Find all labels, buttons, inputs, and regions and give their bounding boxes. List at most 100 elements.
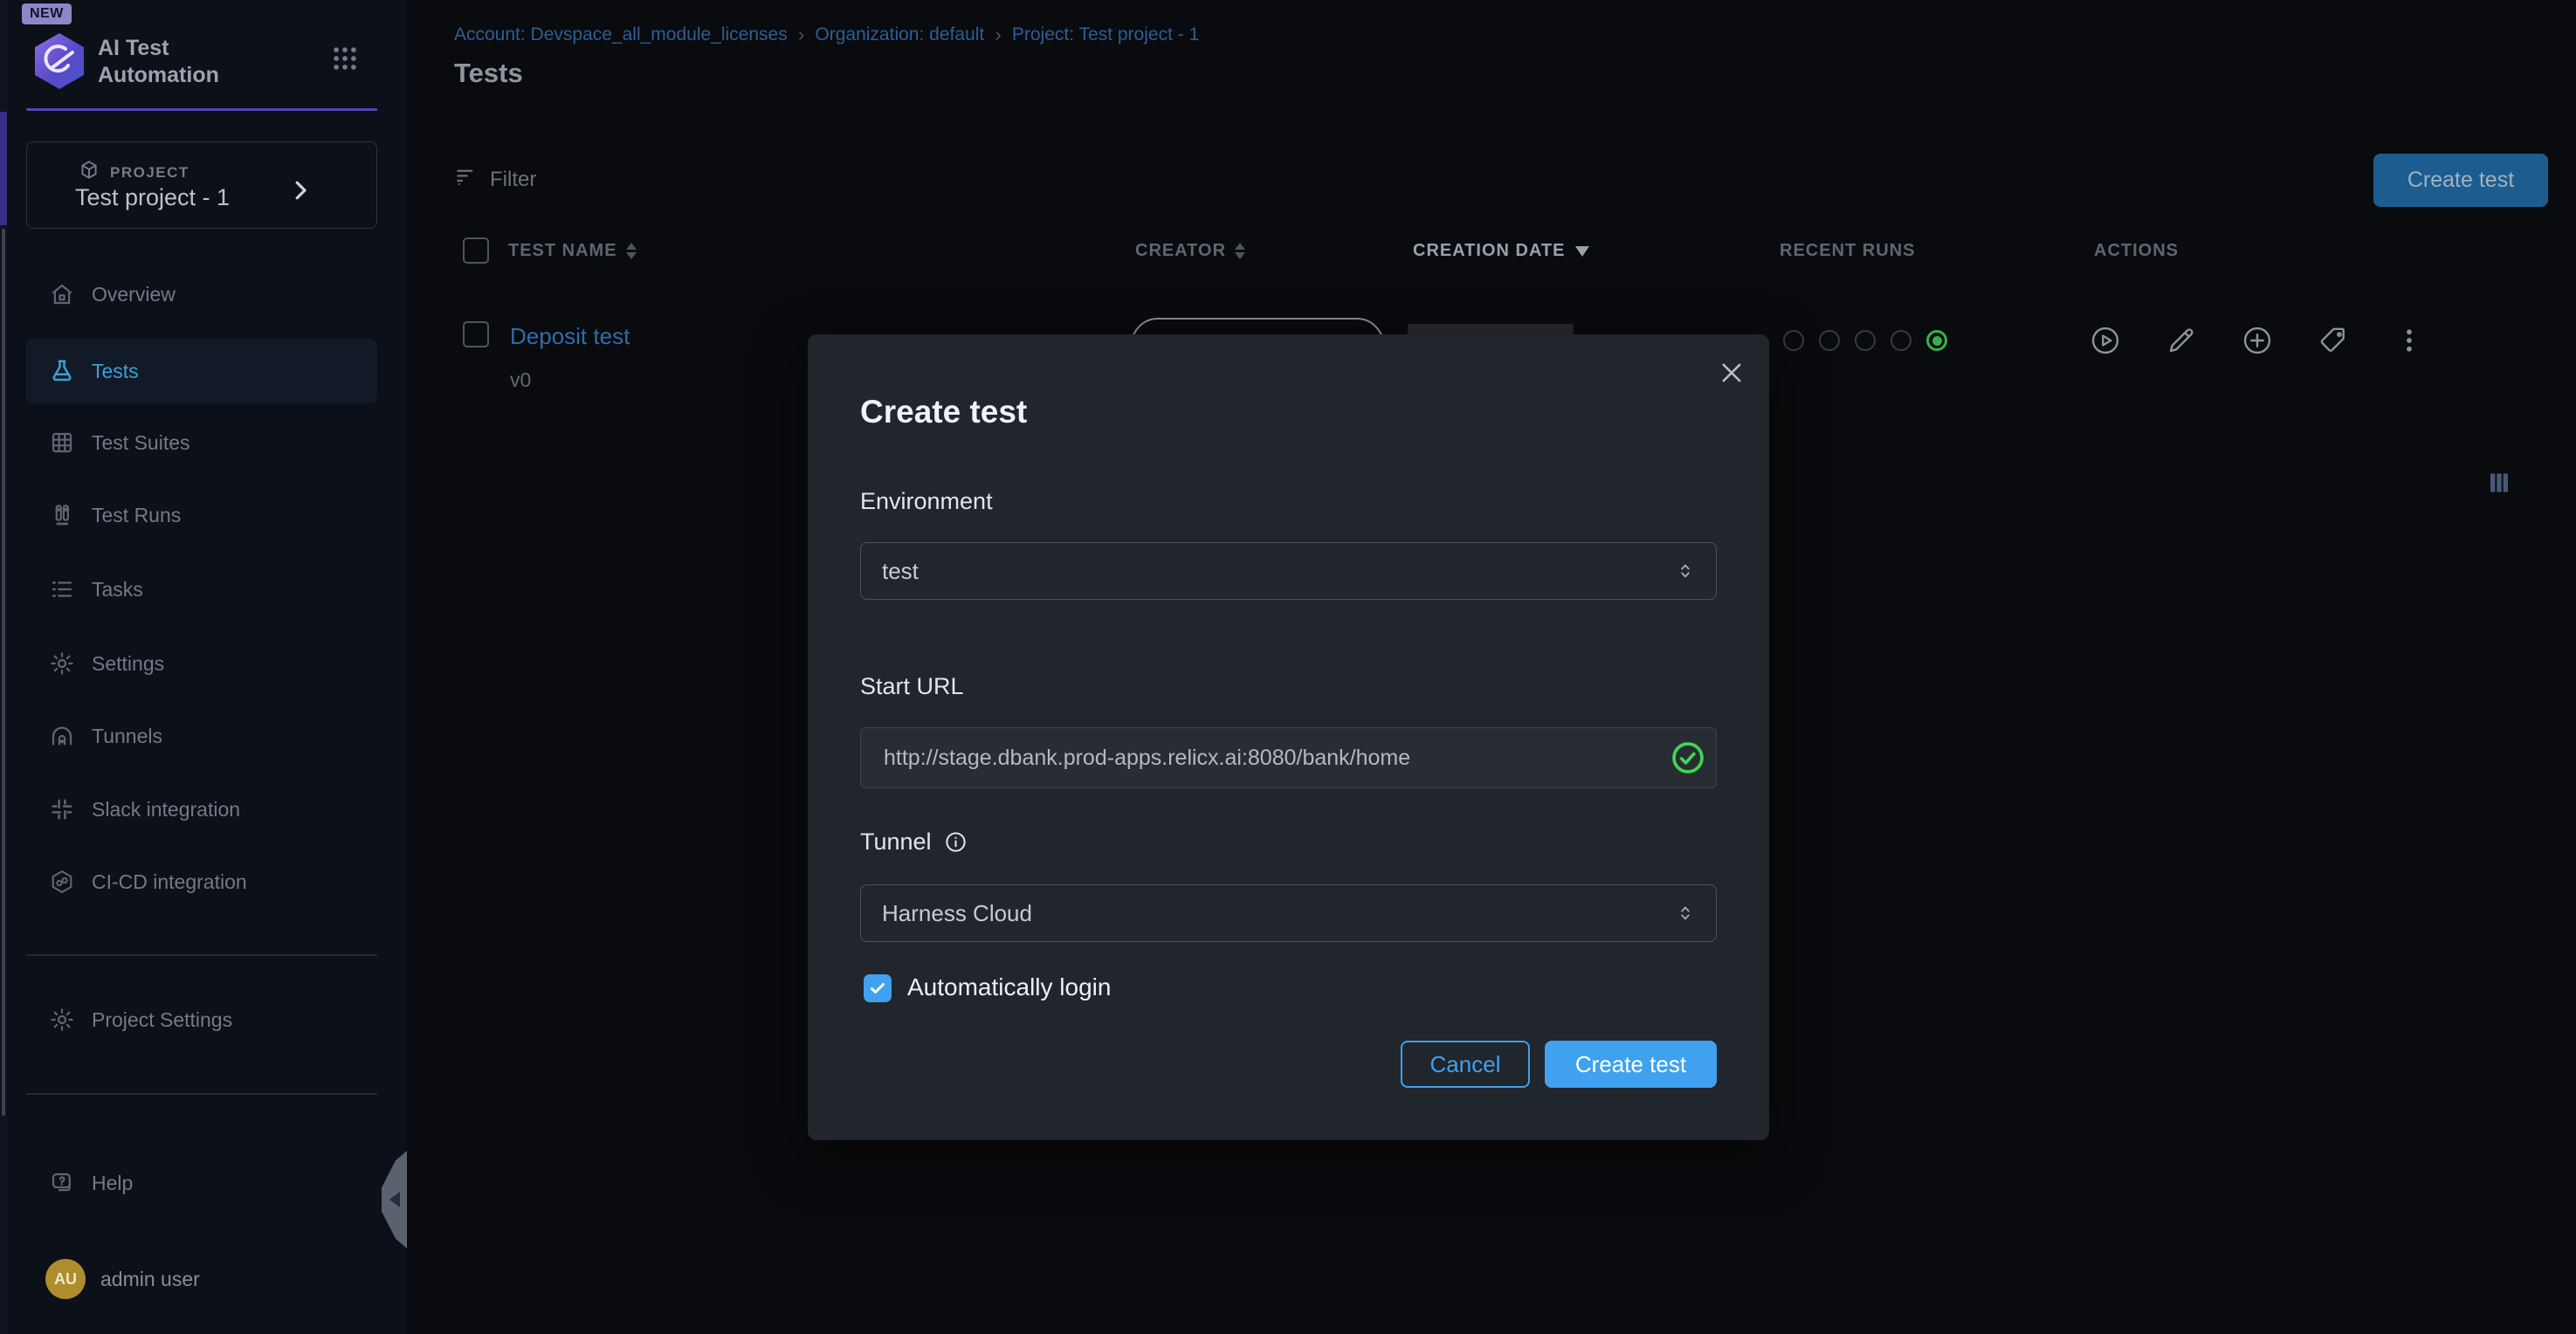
sidebar-item-test-runs[interactable]: Test Runs [26, 483, 377, 547]
run-status-empty[interactable] [1855, 330, 1876, 351]
tunnel-value: Harness Cloud [882, 900, 1032, 927]
run-test-icon[interactable] [2090, 325, 2121, 356]
recent-runs [1783, 330, 1947, 351]
project-selector[interactable]: PROJECT Test project - 1 [26, 141, 377, 229]
chevron-updown-icon [1674, 902, 1697, 925]
tag-icon[interactable] [2318, 325, 2349, 356]
grid-icon [49, 430, 75, 456]
column-header-actions: ACTIONS [2094, 241, 2179, 261]
create-test-submit-button[interactable]: Create test [1545, 1041, 1717, 1088]
sidebar-item-label: Test Runs [92, 504, 181, 527]
help-chat-icon [49, 1170, 75, 1196]
create-test-modal: Create test Environment test Start URL T… [808, 334, 1769, 1140]
module-accent-rule [26, 108, 377, 111]
edge-accent [0, 112, 7, 225]
module-switcher-icon[interactable] [330, 44, 360, 73]
sidebar-item-tests[interactable]: Tests [26, 339, 377, 403]
user-menu[interactable]: AU admin user [26, 1255, 377, 1303]
app-logo-icon [32, 31, 86, 95]
sidebar-item-cicd-integration[interactable]: CI-CD integration [26, 849, 377, 914]
check-icon [867, 978, 888, 999]
sort-desc-icon [1575, 246, 1589, 257]
test-name-link[interactable]: Deposit test [510, 323, 630, 350]
sidebar-item-project-settings[interactable]: Project Settings [26, 987, 377, 1052]
add-icon[interactable] [2242, 325, 2273, 356]
filter-button[interactable]: Filter [454, 161, 536, 199]
run-status-empty[interactable] [1819, 330, 1840, 351]
app-title: AI Test Automation [98, 35, 219, 89]
run-status-passed[interactable] [1926, 330, 1947, 351]
sidebar-divider [26, 954, 377, 956]
run-status-empty[interactable] [1783, 330, 1804, 351]
url-valid-check-icon [1670, 740, 1705, 780]
environment-value: test [882, 558, 919, 585]
auto-login-label: Automatically login [907, 973, 1111, 1001]
window-edge-strip [0, 0, 7, 1334]
sidebar-item-tasks[interactable]: Tasks [26, 557, 377, 622]
sort-icons [626, 243, 637, 259]
modal-title: Create test [860, 394, 1027, 430]
edge-scrollbar[interactable] [2, 229, 5, 1116]
row-checkbox[interactable] [463, 321, 489, 347]
sidebar-item-overview[interactable]: Overview [26, 262, 377, 327]
new-badge: NEW [22, 3, 72, 24]
pipeline-icon [49, 502, 75, 528]
project-selector-label: PROJECT [110, 164, 189, 182]
chevron-right-icon [287, 177, 313, 208]
flask-icon [49, 358, 75, 384]
column-header-creation-date[interactable]: CREATION DATE [1413, 241, 1589, 261]
sidebar-item-label: CI-CD integration [92, 870, 247, 894]
sidebar-item-slack-integration[interactable]: Slack integration [26, 777, 377, 842]
table-header-row: TEST NAME CREATOR CREATION DATE RECENT R… [406, 231, 2576, 275]
sidebar-item-label: Help [92, 1172, 133, 1195]
select-all-checkbox[interactable] [463, 237, 489, 264]
tunnel-icon [49, 723, 75, 749]
sidebar-item-label: Test Suites [92, 431, 190, 455]
creation-date-clipped [1408, 324, 1574, 334]
column-header-test-name[interactable]: TEST NAME [508, 241, 637, 261]
more-menu-icon[interactable] [2393, 325, 2425, 356]
project-selector-value: Test project - 1 [75, 184, 230, 211]
cancel-button[interactable]: Cancel [1401, 1041, 1530, 1088]
sidebar-item-label: Tests [92, 360, 139, 383]
avatar: AU [45, 1259, 86, 1299]
environment-label: Environment [860, 488, 993, 515]
breadcrumb-organization[interactable]: Organization: default [815, 24, 984, 45]
run-status-empty[interactable] [1891, 330, 1911, 351]
sidebar-item-tunnels[interactable]: Tunnels [26, 704, 377, 768]
close-icon[interactable] [1717, 358, 1746, 388]
gear-icon [49, 1007, 75, 1033]
auto-login-checkbox[interactable] [864, 974, 892, 1002]
sidebar-item-label: Tasks [92, 578, 143, 602]
breadcrumb: Account: Devspace_all_module_licenses › … [454, 23, 1199, 46]
cicd-icon [49, 869, 75, 895]
environment-select[interactable]: test [860, 542, 1717, 600]
create-test-button-toolbar[interactable]: Create test [2373, 154, 2548, 207]
filter-label: Filter [490, 168, 536, 192]
info-icon[interactable] [944, 830, 968, 854]
cube-icon [78, 159, 100, 186]
gear-icon [49, 650, 75, 677]
sidebar-item-label: Overview [92, 283, 176, 306]
breadcrumb-account[interactable]: Account: Devspace_all_module_licenses [454, 24, 788, 45]
edit-icon[interactable] [2166, 325, 2197, 356]
row-actions [2090, 325, 2425, 356]
page-title: Tests [454, 58, 523, 89]
sidebar-item-help[interactable]: Help [26, 1151, 377, 1215]
start-url-input[interactable] [860, 727, 1717, 788]
start-url-label: Start URL [860, 673, 964, 700]
column-header-creator[interactable]: CREATOR [1135, 241, 1245, 261]
filter-icon [454, 165, 478, 195]
chevron-left-icon [389, 1192, 400, 1207]
sidebar-item-settings[interactable]: Settings [26, 631, 377, 696]
sidebar-item-label: Settings [92, 652, 164, 676]
sidebar-item-test-suites[interactable]: Test Suites [26, 410, 377, 475]
task-list-icon [49, 576, 75, 602]
sidebar-item-label: Tunnels [92, 725, 162, 748]
column-settings-icon[interactable] [2485, 469, 2513, 497]
breadcrumb-project[interactable]: Project: Test project - 1 [1012, 24, 1199, 45]
tunnel-select[interactable]: Harness Cloud [860, 884, 1717, 942]
tunnel-label: Tunnel [860, 829, 968, 856]
sidebar-item-label: Slack integration [92, 798, 240, 822]
column-header-recent-runs: RECENT RUNS [1780, 241, 1915, 261]
